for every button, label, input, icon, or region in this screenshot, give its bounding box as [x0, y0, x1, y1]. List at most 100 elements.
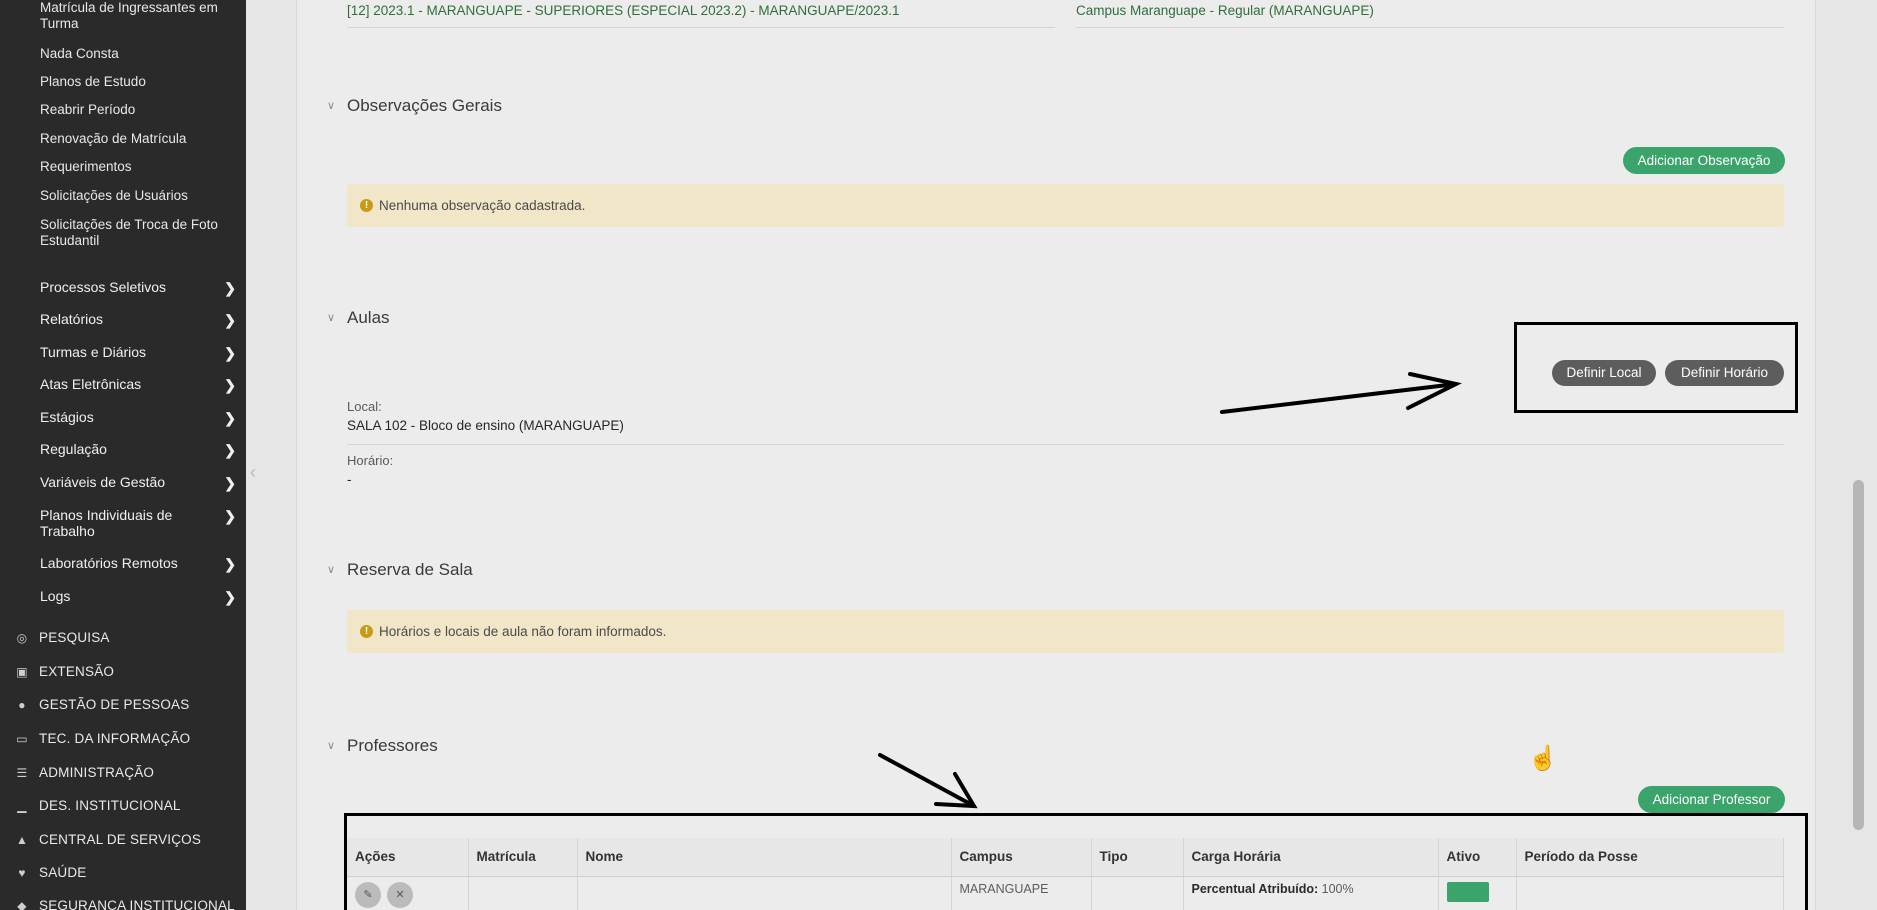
sidebar-subitem-planos-estudo[interactable]: Planos de Estudo: [40, 74, 230, 90]
column-header: Matrícula: [468, 838, 578, 877]
sidebar-item-label: Relatórios: [40, 311, 104, 327]
add-professor-button[interactable]: Adicionar Professor: [1638, 786, 1785, 813]
sidebar-section-label: ADMINISTRAÇÃO: [39, 765, 155, 780]
section-title-label: Reserva de Sala: [347, 560, 473, 579]
sidebar-item-estagios[interactable]: Estágios ❯: [40, 409, 236, 426]
cell-periodo-posse: [1516, 876, 1784, 910]
definir-local-button[interactable]: Definir Local: [1552, 360, 1656, 386]
sidebar-item-atas-eletronicas[interactable]: Atas Eletrônicas ❯: [40, 376, 236, 393]
sidebar-subitem-reabrir-periodo[interactable]: Reabrir Período: [40, 102, 230, 118]
chevron-right-icon: ❯: [224, 589, 236, 605]
content-panel: [296, 0, 1816, 910]
horario-value: -: [347, 472, 352, 487]
sidebar-item-regulacao[interactable]: Regulação ❯: [40, 441, 236, 458]
sidebar-section-label: GESTÃO DE PESSOAS: [39, 697, 190, 712]
chevron-right-icon: ❯: [224, 410, 236, 426]
chevron-right-icon: ❯: [224, 280, 236, 296]
row-actions: ✎ ✕: [347, 876, 469, 910]
laptop-icon: ▭: [16, 732, 28, 746]
users-icon: ●: [18, 698, 26, 712]
local-label: Local:: [347, 399, 382, 414]
chevron-right-icon: ❯: [224, 475, 236, 491]
cell-matricula: [468, 876, 578, 910]
sidebar-section-label: TEC. DA INFORMAÇÃO: [39, 731, 191, 746]
alert-text: Nenhuma observação cadastrada.: [379, 198, 586, 213]
sidebar-item-label: Planos Individuais de Trabalho: [40, 507, 173, 539]
sidebar-section-des-institucional[interactable]: ▁ DES. INSTITUCIONAL: [14, 798, 239, 814]
section-title-label: Aulas: [347, 308, 390, 327]
sidebar-item-label: Estágios: [40, 409, 94, 425]
sidebar-section-extensao[interactable]: ▣ EXTENSÃO: [14, 664, 239, 680]
chevron-right-icon: ❯: [224, 312, 236, 328]
active-badge: [1446, 881, 1489, 902]
column-header: Tipo: [1091, 838, 1184, 877]
sidebar-item-label: Turmas e Diários: [40, 344, 147, 360]
shield-icon: ◆: [17, 899, 27, 910]
collapse-sidebar-icon[interactable]: ‹: [250, 462, 256, 483]
sidebar-section-pesquisa[interactable]: ◎ PESQUISA: [14, 630, 239, 646]
local-value: SALA 102 - Bloco de ensino (MARANGUAPE): [347, 418, 624, 433]
sidebar-item-logs[interactable]: Logs ❯: [40, 588, 236, 605]
column-header: Período da Posse: [1516, 838, 1784, 877]
sidebar: Matrícula de Ingressantes em Turma Nada …: [0, 0, 246, 910]
sidebar-section-label: CENTRAL DE SERVIÇOS: [39, 832, 202, 847]
sidebar-section-seguranca[interactable]: ◆ SEGURANÇA INSTITUCIONAL: [14, 898, 239, 910]
section-aulas[interactable]: ∨ Aulas: [327, 308, 390, 328]
chevron-right-icon: ❯: [224, 442, 236, 458]
divider: [1076, 27, 1784, 28]
cell-ativo: [1438, 876, 1517, 910]
hand-cursor-icon: ☝: [1528, 745, 1558, 772]
section-reserva-sala[interactable]: ∨ Reserva de Sala: [327, 560, 473, 580]
sidebar-item-relatorios[interactable]: Relatórios ❯: [40, 311, 236, 328]
sidebar-subitem-matricula-ingressantes[interactable]: Matrícula de Ingressantes em Turma: [40, 0, 230, 32]
sidebar-item-turmas-diarios[interactable]: Turmas e Diários ❯: [40, 344, 236, 361]
chevron-down-icon: ∨: [327, 740, 336, 752]
column-header: Nome: [577, 838, 952, 877]
sidebar-subitem-renovacao-matricula[interactable]: Renovação de Matrícula: [40, 131, 230, 147]
sidebar-item-label: Processos Seletivos: [40, 279, 167, 295]
add-observation-button[interactable]: Adicionar Observação: [1623, 147, 1785, 174]
reserva-empty-alert: ! Horários e locais de aula não foram inf…: [347, 610, 1784, 653]
sidebar-section-gestao-pessoas[interactable]: ● GESTÃO DE PESSOAS: [14, 697, 239, 713]
chevron-down-icon: ∨: [327, 312, 336, 324]
sidebar-section-label: SEGURANÇA INSTITUCIONAL: [39, 898, 235, 910]
section-title-label: Professores: [347, 736, 438, 755]
campus-link[interactable]: Campus Maranguape - Regular (MARANGUAPE): [1076, 3, 1374, 18]
table-row: ✎ ✕ MARANGUAPE Percentual Atribuído: 100%: [347, 876, 1784, 910]
sidebar-item-label: Laboratórios Remotos: [40, 555, 178, 571]
chevron-right-icon: ❯: [224, 345, 236, 361]
sidebar-item-variaveis-gestao[interactable]: Variáveis de Gestão ❯: [40, 474, 236, 491]
sidebar-section-label: SAÚDE: [39, 865, 87, 880]
sidebar-subitem-troca-foto[interactable]: Solicitações de Troca de Foto Estudantil: [40, 217, 230, 249]
sidebar-section-tec-informacao[interactable]: ▭ TEC. DA INFORMAÇÃO: [14, 731, 239, 747]
sidebar-section-saude[interactable]: ♥ SAÚDE: [14, 865, 239, 881]
sidebar-item-label: Variáveis de Gestão: [40, 474, 166, 490]
chevron-down-icon: ∨: [327, 100, 336, 112]
column-header: Ativo: [1438, 838, 1517, 877]
cloud-icon: ▲: [15, 833, 29, 847]
sidebar-section-central-servicos[interactable]: ▲ CENTRAL DE SERVIÇOS: [14, 832, 239, 848]
horario-label: Horário:: [347, 453, 394, 468]
building-icon: ▣: [16, 665, 28, 679]
column-header: Campus: [951, 838, 1092, 877]
trash-icon[interactable]: ✕: [387, 881, 413, 908]
chevron-down-icon: ∨: [327, 564, 336, 576]
edit-icon[interactable]: ✎: [355, 881, 381, 908]
chart-icon: ▁: [17, 799, 27, 813]
sidebar-section-administracao[interactable]: ☰ ADMINISTRAÇÃO: [14, 765, 239, 781]
section-title-label: Observações Gerais: [347, 96, 502, 115]
sidebar-subitem-solicitacoes-usuarios[interactable]: Solicitações de Usuários: [40, 188, 230, 204]
sidebar-item-processos-seletivos[interactable]: Processos Seletivos ❯: [40, 279, 236, 296]
definir-horario-button[interactable]: Definir Horário: [1665, 360, 1784, 386]
sidebar-subitem-requerimentos[interactable]: Requerimentos: [40, 159, 230, 175]
professors-table: Ações Matrícula Nome Campus Tipo Carga H…: [347, 838, 1784, 910]
sidebar-subitem-nada-consta[interactable]: Nada Consta: [40, 46, 230, 62]
section-professores[interactable]: ∨ Professores: [327, 736, 438, 756]
sidebar-item-planos-individuais[interactable]: Planos Individuais de Trabalho ❯: [40, 507, 236, 539]
column-header: Ações: [347, 838, 469, 877]
section-observacoes[interactable]: ∨ Observações Gerais: [327, 96, 502, 116]
cell-nome: [577, 876, 952, 910]
scrollbar-thumb[interactable]: [1853, 480, 1864, 830]
turma-link[interactable]: [12] 2023.1 - MARANGUAPE - SUPERIORES (E…: [347, 3, 899, 18]
sidebar-item-laboratorios-remotos[interactable]: Laboratórios Remotos ❯: [40, 555, 236, 572]
